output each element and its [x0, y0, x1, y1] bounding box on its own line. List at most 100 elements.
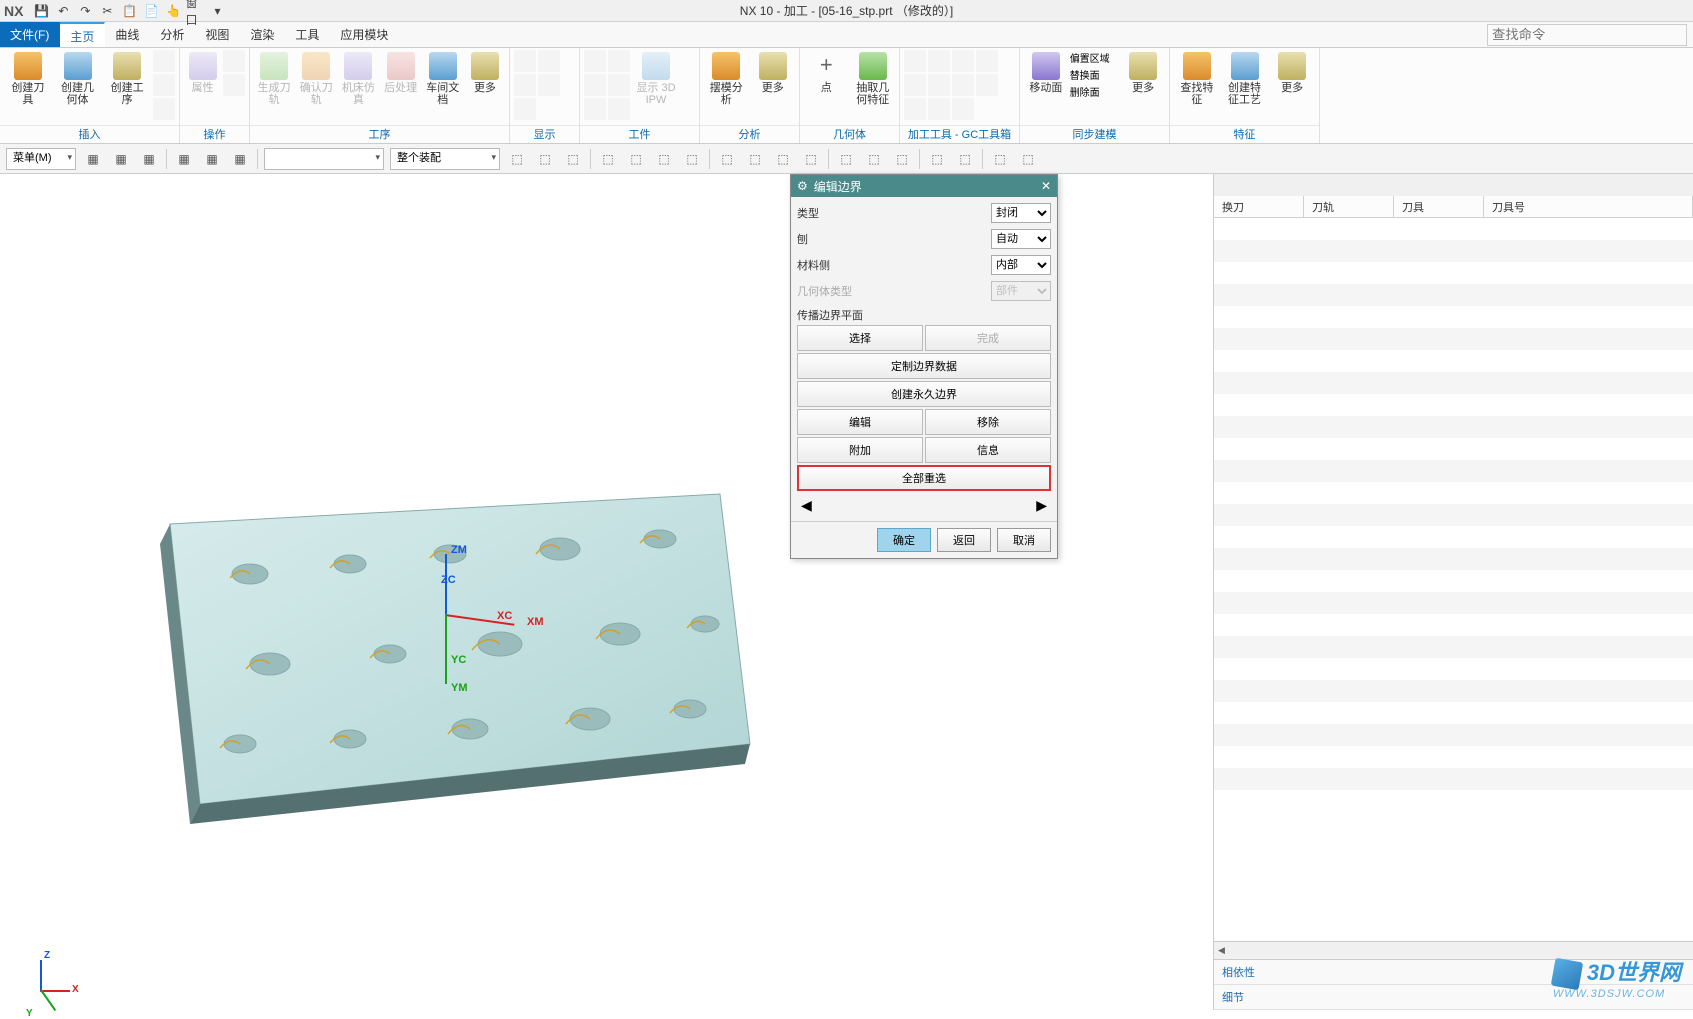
offset-region-button[interactable]: 偏置区域	[1070, 50, 1120, 65]
tool-icon[interactable]: ⬚	[800, 148, 822, 170]
tool-icon[interactable]: ⬚	[597, 148, 619, 170]
tool-icon[interactable]: ⬚	[926, 148, 948, 170]
col-toolpath[interactable]: 刀轨	[1304, 196, 1394, 217]
small-icon[interactable]	[153, 74, 175, 96]
edit-button[interactable]: 编辑	[797, 409, 923, 435]
append-button[interactable]: 附加	[797, 437, 923, 463]
small-icon[interactable]	[952, 98, 974, 120]
tool-icon[interactable]: ⬚	[1017, 148, 1039, 170]
undo-icon[interactable]: ↶	[53, 2, 73, 20]
custom-boundary-button[interactable]: 定制边界数据	[797, 353, 1051, 379]
close-icon[interactable]: ✕	[1041, 179, 1051, 193]
more-button[interactable]: 更多	[1269, 50, 1315, 96]
more-button[interactable]: 更多	[751, 50, 796, 96]
plane-select[interactable]: 自动	[991, 229, 1051, 249]
shop-doc-button[interactable]: 车间文档	[423, 50, 463, 108]
small-icon[interactable]	[514, 50, 536, 72]
ok-button[interactable]: 确定	[877, 528, 931, 552]
gear-icon[interactable]: ⚙	[797, 179, 808, 193]
material-side-select[interactable]: 内部	[991, 255, 1051, 275]
small-icon[interactable]	[514, 74, 536, 96]
small-icon[interactable]	[223, 50, 245, 72]
small-icon[interactable]	[976, 50, 998, 72]
cancel-button[interactable]: 取消	[997, 528, 1051, 552]
command-search[interactable]	[1487, 24, 1687, 46]
dropdown-icon[interactable]: ▾	[207, 2, 227, 20]
type-filter-dropdown[interactable]	[264, 148, 384, 170]
more-button[interactable]: 更多	[1121, 50, 1165, 96]
col-toolchange[interactable]: 换刀	[1214, 196, 1304, 217]
small-icon[interactable]	[538, 50, 560, 72]
small-icon[interactable]	[223, 74, 245, 96]
touch-icon[interactable]: 👆	[163, 2, 183, 20]
info-button[interactable]: 信息	[925, 437, 1051, 463]
small-icon[interactable]	[928, 74, 950, 96]
paste-icon[interactable]: 📄	[141, 2, 161, 20]
remove-button[interactable]: 移除	[925, 409, 1051, 435]
delete-face-button[interactable]: 删除面	[1070, 84, 1120, 99]
tool-icon[interactable]: ⬚	[835, 148, 857, 170]
tool-icon[interactable]: ⬚	[772, 148, 794, 170]
redo-icon[interactable]: ↷	[75, 2, 95, 20]
3d-viewport[interactable]: ZM ZC XC XM YC YM Z X Y ⚙ 编辑边界 ✕ 类型封闭 刨自…	[0, 174, 1213, 1010]
tool-icon[interactable]: ⬚	[653, 148, 675, 170]
tool-icon[interactable]: ⬚	[681, 148, 703, 170]
tool-icon[interactable]: ⬚	[744, 148, 766, 170]
small-icon[interactable]	[904, 50, 926, 72]
create-permanent-boundary-button[interactable]: 创建永久边界	[797, 381, 1051, 407]
next-arrow-icon[interactable]: ▶	[1032, 497, 1051, 514]
tool-icon[interactable]: ⬚	[534, 148, 556, 170]
point-button[interactable]: +点	[804, 50, 849, 96]
small-icon[interactable]	[514, 98, 536, 120]
save-icon[interactable]: 💾	[31, 2, 51, 20]
filter-icon[interactable]: ▦	[201, 148, 223, 170]
tool-icon[interactable]: ⬚	[716, 148, 738, 170]
small-icon[interactable]	[153, 98, 175, 120]
filter-icon[interactable]: ▦	[110, 148, 132, 170]
table-body[interactable]	[1214, 218, 1693, 941]
tab-render[interactable]: 渲染	[240, 22, 285, 47]
tool-icon[interactable]: ⬚	[562, 148, 584, 170]
small-icon[interactable]	[608, 74, 630, 96]
small-icon[interactable]	[584, 74, 606, 96]
create-feature-process-button[interactable]: 创建特征工艺	[1222, 50, 1268, 108]
tab-home[interactable]: 主页	[60, 22, 105, 47]
tab-curve[interactable]: 曲线	[105, 22, 150, 47]
small-icon[interactable]	[904, 98, 926, 120]
small-icon[interactable]	[928, 98, 950, 120]
extract-geometry-button[interactable]: 抽取几何特征	[851, 50, 896, 108]
select-button[interactable]: 选择	[797, 325, 923, 351]
small-icon[interactable]	[976, 74, 998, 96]
small-icon[interactable]	[584, 98, 606, 120]
small-icon[interactable]	[584, 50, 606, 72]
filter-icon[interactable]: ▦	[82, 148, 104, 170]
find-feature-button[interactable]: 查找特征	[1174, 50, 1220, 108]
assembly-filter-dropdown[interactable]: 整个装配	[390, 148, 500, 170]
create-tool-button[interactable]: 创建刀具	[4, 50, 52, 108]
tool-icon[interactable]: ⬚	[891, 148, 913, 170]
tool-icon[interactable]: ⬚	[506, 148, 528, 170]
move-face-button[interactable]: 移动面	[1024, 50, 1068, 96]
type-select[interactable]: 封闭	[991, 203, 1051, 223]
menu-dropdown[interactable]: 菜单(M)	[6, 148, 76, 170]
dialog-titlebar[interactable]: ⚙ 编辑边界 ✕	[791, 175, 1057, 197]
create-geometry-button[interactable]: 创建几何体	[54, 50, 102, 108]
reselect-all-button[interactable]: 全部重选	[797, 465, 1051, 491]
col-toolnum[interactable]: 刀具号	[1484, 196, 1693, 217]
small-icon[interactable]	[952, 50, 974, 72]
small-icon[interactable]	[608, 50, 630, 72]
small-icon[interactable]	[952, 74, 974, 96]
small-icon[interactable]	[904, 74, 926, 96]
prev-arrow-icon[interactable]: ◀	[797, 497, 816, 514]
more-button[interactable]: 更多	[465, 50, 505, 96]
tool-icon[interactable]: ⬚	[954, 148, 976, 170]
small-icon[interactable]	[928, 50, 950, 72]
tool-icon[interactable]: ⬚	[863, 148, 885, 170]
tool-icon[interactable]: ⬚	[989, 148, 1011, 170]
small-icon[interactable]	[608, 98, 630, 120]
tool-icon[interactable]: ⬚	[625, 148, 647, 170]
draft-analysis-button[interactable]: 摆模分析	[704, 50, 749, 108]
filter-icon[interactable]: ▦	[229, 148, 251, 170]
small-icon[interactable]	[153, 50, 175, 72]
filter-icon[interactable]: ▦	[138, 148, 160, 170]
